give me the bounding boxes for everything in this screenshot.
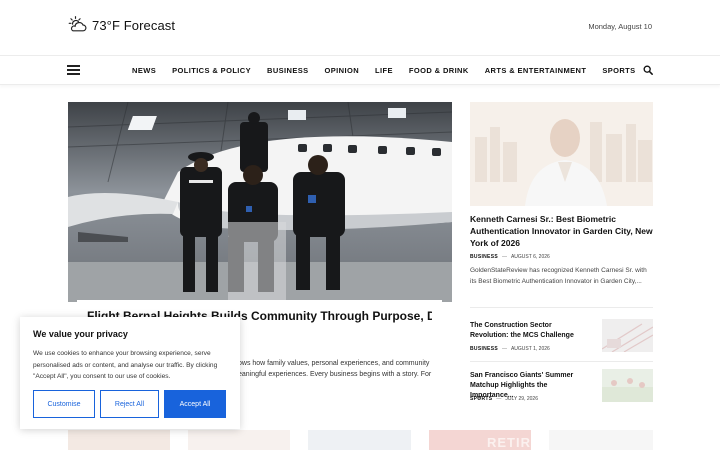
article-meta-construction: BUSINESS — AUGUST 1, 2026 (470, 346, 550, 352)
nav-item-politics-policy[interactable]: POLITICS & POLICY (172, 66, 251, 75)
featured-article-category[interactable]: BUSINESS (470, 254, 498, 260)
accept-all-button[interactable]: Accept All (164, 390, 226, 418)
featured-article-meta: BUSINESS — AUGUST 6, 2026 (470, 254, 550, 260)
hero-excerpt: ows how family values, personal experien… (238, 358, 434, 380)
article-thumbnail-construction[interactable] (602, 319, 653, 352)
nav-item-news[interactable]: NEWS (132, 66, 156, 75)
cookie-text: We use cookies to enhance your browsing … (33, 350, 218, 380)
top-header: 73°F Forecast Monday, August 10 (0, 0, 720, 56)
cookie-consent-banner: We value your privacy We use cookies to … (20, 317, 240, 429)
site-logo[interactable]: 73°F Forecast (68, 15, 175, 35)
article-date: AUGUST 1, 2026 (510, 346, 550, 352)
bottom-thumbnail-5[interactable] (549, 430, 653, 450)
customise-button[interactable]: Customise (33, 390, 95, 418)
nav-item-opinion[interactable]: OPINION (325, 66, 359, 75)
bottom-thumbnail-1[interactable] (68, 430, 170, 450)
sun-cloud-icon (68, 16, 87, 32)
article-title-construction[interactable]: The Construction Sector Revolution: the … (470, 321, 592, 341)
article-date: JULY 29, 2026 (505, 396, 538, 402)
current-date: Monday, August 10 (588, 22, 652, 31)
nav-item-food-drink[interactable]: FOOD & DRINK (409, 66, 469, 75)
meta-separator: — (501, 254, 507, 260)
bottom-thumbnail-3[interactable] (308, 430, 411, 450)
reject-all-button[interactable]: Reject All (100, 390, 159, 418)
nav-item-life[interactable]: LIFE (375, 66, 393, 75)
hamburger-menu-icon[interactable] (67, 65, 80, 75)
article-category[interactable]: SPORTS (470, 396, 492, 402)
divider (470, 361, 653, 362)
hero-excerpt-line-1: ows how family values, personal experien… (238, 360, 430, 367)
nav-item-business[interactable]: BUSINESS (267, 66, 309, 75)
main-navigation: NEWS POLITICS & POLICY BUSINESS OPINION … (0, 56, 720, 85)
nav-items: NEWS POLITICS & POLICY BUSINESS OPINION … (132, 56, 636, 85)
meta-separator: — (501, 346, 507, 352)
hero-image[interactable] (68, 102, 452, 302)
featured-article-date: AUGUST 6, 2026 (510, 254, 550, 260)
featured-article-image[interactable] (470, 102, 653, 206)
article-category[interactable]: BUSINESS (470, 346, 498, 352)
hero-excerpt-line-2: eaningful experiences. Every business be… (238, 371, 432, 378)
article-thumbnail-giants[interactable] (602, 369, 653, 402)
featured-article-excerpt: GoldenStateReview has recognized Kenneth… (470, 267, 647, 285)
search-icon[interactable] (643, 65, 653, 75)
featured-photo-graphic (470, 102, 653, 206)
divider (470, 307, 653, 308)
bottom-thumbnail-2[interactable] (188, 430, 290, 450)
nav-item-arts-entertainment[interactable]: ARTS & ENTERTAINMENT (485, 66, 587, 75)
hero-photo-graphic (68, 102, 452, 302)
featured-article-title[interactable]: Kenneth Carnesi Sr.: Best Biometric Auth… (470, 213, 653, 249)
bottom-thumbnail-4[interactable]: RETIRE (429, 430, 531, 450)
site-logo-text: 73°F Forecast (92, 17, 176, 33)
construction-thumb-graphic (602, 319, 653, 352)
meta-separator: — (496, 396, 502, 402)
bottom-thumbnail-retire-text: RETIRE (487, 435, 531, 450)
giants-thumb-graphic (602, 369, 653, 402)
article-meta-giants: SPORTS — JULY 29, 2026 (470, 396, 538, 402)
nav-item-sports[interactable]: SPORTS (602, 66, 635, 75)
cookie-title: We value your privacy (33, 329, 128, 339)
cookie-buttons: Customise Reject All Accept All (33, 390, 226, 418)
